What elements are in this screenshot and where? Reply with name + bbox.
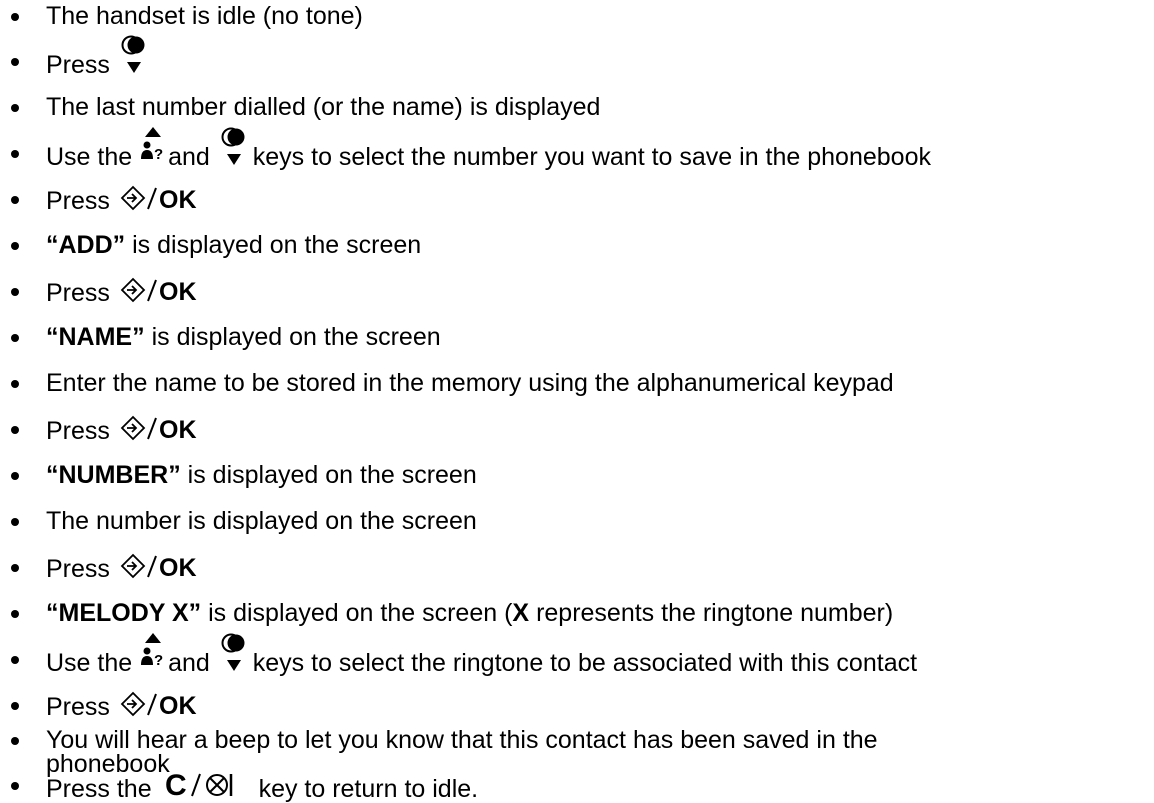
bullet	[11, 656, 19, 664]
step-text: Press the	[46, 775, 159, 803]
bullet	[11, 242, 19, 250]
screen-message: “NAME”	[46, 323, 145, 351]
ok-key-label: OK	[159, 278, 197, 306]
redial-up-key-icon: ?	[140, 127, 164, 165]
step-text: The handset is idle (no tone)	[46, 2, 363, 30]
ok-key-icon: OK	[120, 553, 197, 582]
bullet	[11, 737, 19, 745]
bullet	[11, 196, 19, 204]
ok-key-label: OK	[159, 416, 197, 444]
svg-text:?: ?	[154, 146, 163, 163]
bullet	[11, 13, 19, 21]
screen-message: “ADD”	[46, 231, 126, 259]
bullet	[11, 426, 19, 434]
screen-message: “MELODY X”	[46, 599, 202, 627]
phonebook-down-key-icon	[121, 35, 151, 73]
step-text: You will hear a beep to let you know tha…	[46, 726, 878, 754]
step-text: and	[168, 143, 217, 171]
step-text: Use the	[46, 649, 140, 677]
clear-mute-key-icon: C	[165, 769, 249, 802]
bullet	[11, 472, 19, 480]
ok-key-icon: OK	[120, 415, 197, 444]
clear-key-label: C	[165, 769, 187, 802]
instruction-document: The handset is idle (no tone) Press The …	[0, 0, 1154, 803]
step-text: Press	[46, 51, 117, 79]
ok-key-icon: OK	[120, 277, 197, 306]
bullet	[11, 150, 19, 158]
step-text: Use the	[46, 143, 140, 171]
bullet	[11, 380, 19, 388]
step-text: The last number dialled (or the name) is…	[46, 93, 601, 121]
step-text: Press	[46, 555, 117, 583]
step-text: and	[168, 649, 217, 677]
bullet	[11, 288, 19, 296]
step-text: key to return to idle.	[258, 775, 479, 803]
step-text: Enter the name to be stored in the memor…	[46, 369, 894, 397]
step-text: is displayed on the screen	[132, 231, 422, 259]
step-text: is displayed on the screen	[151, 323, 441, 351]
step-text: Press	[46, 279, 117, 307]
ok-key-label: OK	[159, 186, 197, 214]
bullet	[11, 58, 19, 66]
bullet	[11, 564, 19, 572]
step-text: represents the ringtone number)	[536, 599, 894, 627]
step-text: is displayed on the screen (	[208, 599, 513, 627]
ok-key-label: OK	[159, 554, 197, 582]
svg-text:?: ?	[154, 652, 163, 669]
screen-message: “NUMBER”	[46, 461, 181, 489]
bullet	[11, 334, 19, 342]
bullet	[11, 782, 19, 790]
phonebook-down-key-icon	[221, 127, 251, 165]
list-item: You will hear a beep to let you know tha…	[0, 706, 1154, 778]
redial-up-key-icon: ?	[140, 633, 164, 671]
step-text: The number is displayed on the screen	[46, 507, 477, 535]
step-text: Press	[46, 187, 117, 215]
phonebook-down-key-icon	[221, 633, 251, 671]
step-text: keys to select the number you want to sa…	[252, 143, 931, 171]
bullet	[11, 518, 19, 526]
bullet	[11, 610, 19, 618]
ok-key-icon: OK	[120, 185, 197, 214]
step-text: Press	[46, 417, 117, 445]
step-text: is displayed on the screen	[187, 461, 477, 489]
step-text: keys to select the ringtone to be associ…	[252, 649, 918, 677]
bullet	[11, 104, 19, 112]
variable-x: X	[512, 599, 530, 627]
